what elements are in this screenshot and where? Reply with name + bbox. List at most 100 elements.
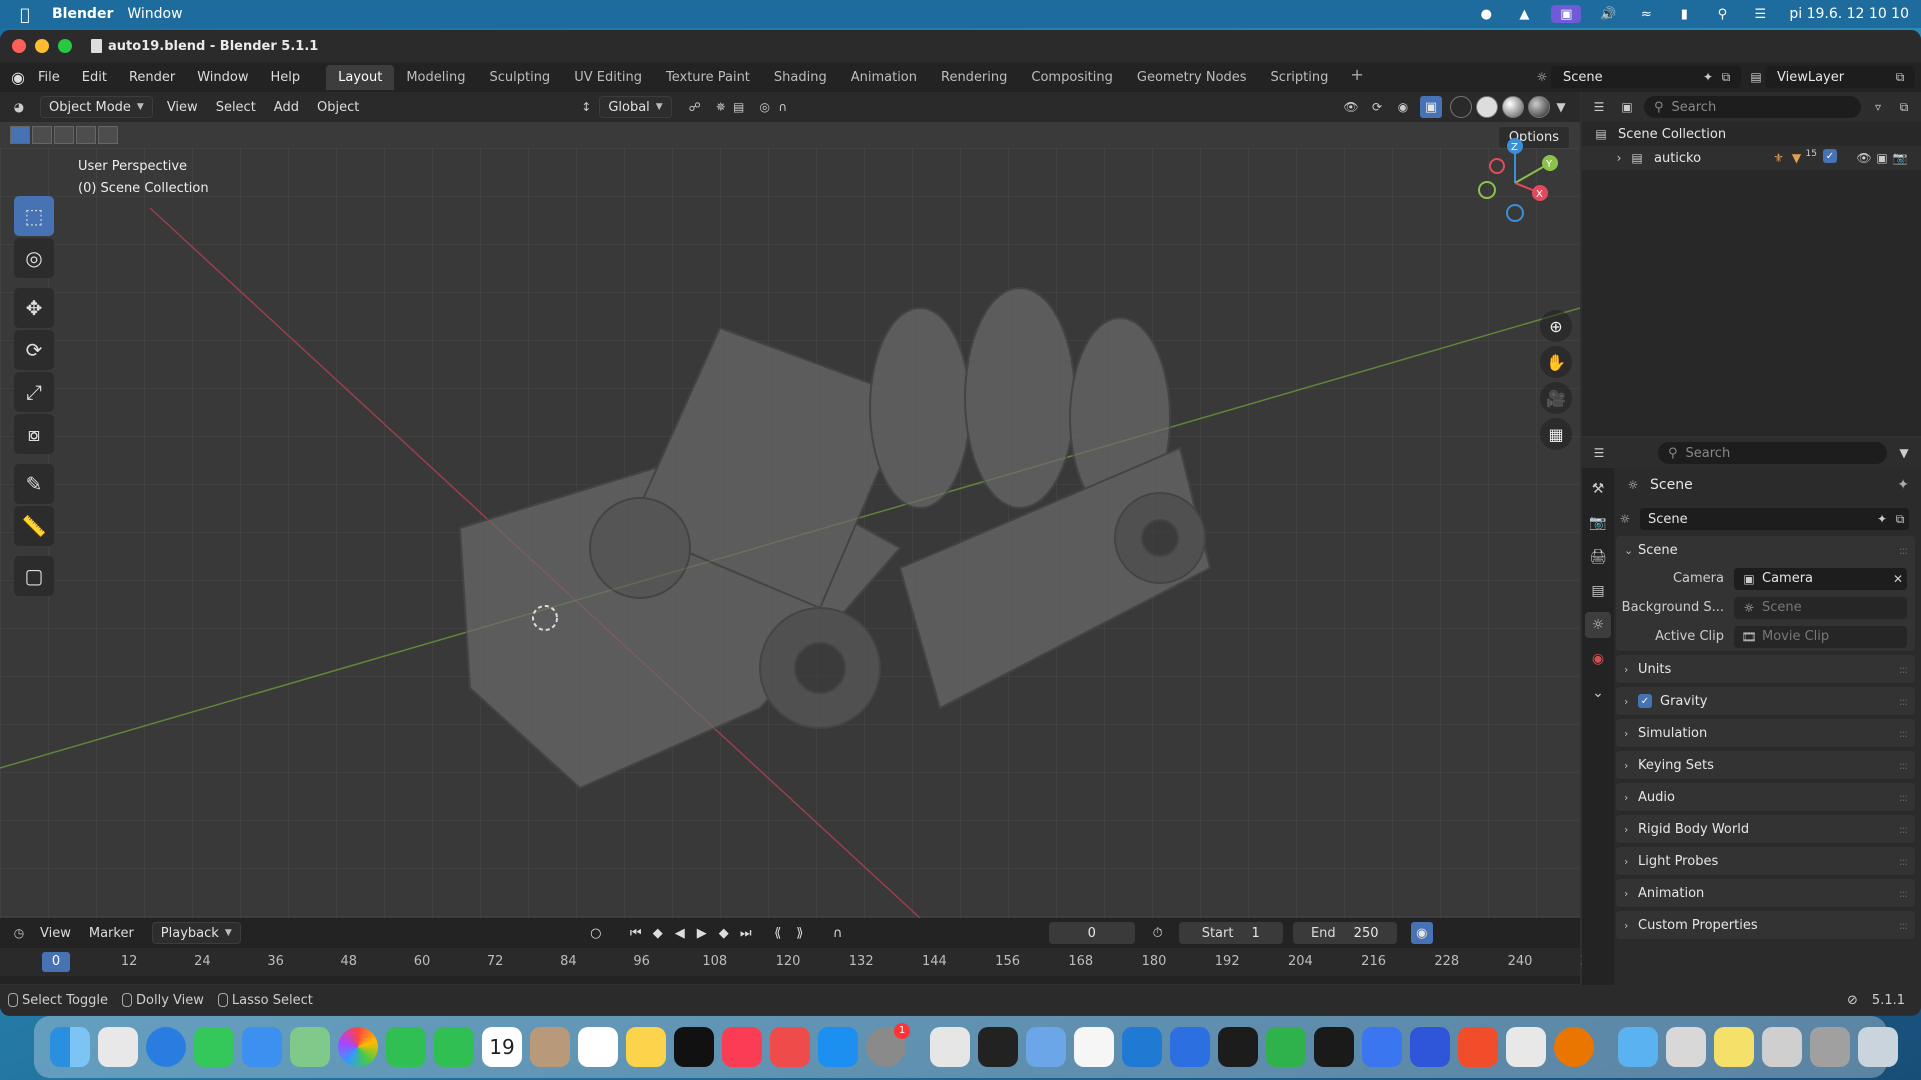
finder-icon[interactable] bbox=[50, 1027, 90, 1067]
tab-view-layer-icon[interactable]: ▤ bbox=[1585, 578, 1611, 604]
annotate-tool[interactable]: ✎ bbox=[14, 464, 54, 504]
outliner-editor-icon[interactable]: ☰ bbox=[1590, 98, 1608, 116]
ghost-icon[interactable] bbox=[1506, 1027, 1546, 1067]
disk-utility-icon[interactable] bbox=[1026, 1027, 1066, 1067]
accessibility-icon[interactable]: ● bbox=[1475, 5, 1497, 23]
playback-dropdown[interactable]: Playback ▼ bbox=[151, 922, 241, 944]
scene-datablock-field[interactable]: Scene ✦ ⧉ bbox=[1640, 508, 1909, 530]
panel-custom-properties[interactable]: › Custom Properties::: bbox=[1616, 911, 1915, 939]
contacts-icon[interactable] bbox=[530, 1027, 570, 1067]
blender-icon[interactable] bbox=[1554, 1027, 1594, 1067]
snap-target-icon[interactable]: ▤ bbox=[730, 98, 748, 116]
jump-start-icon[interactable]: ⏮ bbox=[625, 926, 647, 941]
camera-field[interactable]: ▣ Camera ✕ bbox=[1734, 567, 1907, 590]
active-clip-field[interactable]: 🎞 Movie Clip bbox=[1734, 625, 1907, 648]
frame-start-field[interactable]: Start 1 bbox=[1178, 922, 1283, 944]
tab-geometry-nodes[interactable]: Geometry Nodes bbox=[1125, 65, 1259, 90]
keying-toggle-icon[interactable]: ◉ bbox=[1410, 922, 1433, 944]
tab-render-icon[interactable]: 📷 bbox=[1585, 510, 1611, 536]
numbers-icon[interactable] bbox=[1266, 1027, 1306, 1067]
properties-editor-icon[interactable]: ☰ bbox=[1590, 444, 1608, 462]
system-settings-icon[interactable]: 1 bbox=[866, 1023, 910, 1067]
textedit-icon[interactable] bbox=[1074, 1027, 1114, 1067]
preview-icon[interactable] bbox=[930, 1027, 970, 1067]
mac-menu-window[interactable]: Window bbox=[127, 6, 182, 22]
facetime-icon[interactable] bbox=[386, 1027, 426, 1067]
pin-icon[interactable]: ✦ bbox=[1897, 477, 1909, 493]
menu-file[interactable]: File bbox=[38, 70, 60, 85]
view-layer-icon[interactable]: ▤ bbox=[1747, 68, 1765, 86]
tab-rendering[interactable]: Rendering bbox=[929, 65, 1019, 90]
pan-hand-icon[interactable]: ✋ bbox=[1540, 346, 1572, 378]
zoom-icon[interactable]: ⊕ bbox=[1540, 310, 1572, 342]
camera-view-icon[interactable]: 🎥 bbox=[1540, 382, 1572, 414]
duplicate-view-layer-icon[interactable]: ⧉ bbox=[1891, 68, 1909, 86]
control-center-icon[interactable]: ☰ bbox=[1749, 5, 1771, 23]
tab-output-icon[interactable]: 🖨 bbox=[1585, 544, 1611, 570]
tab-animation[interactable]: Animation bbox=[839, 65, 929, 90]
background-scene-field[interactable]: ☼ Scene bbox=[1734, 596, 1907, 619]
measure-tool[interactable]: 📏 bbox=[14, 506, 54, 546]
filter-icon[interactable]: ▿ bbox=[1869, 98, 1887, 116]
outliner-row-scene-collection[interactable]: ▤ Scene Collection bbox=[1582, 122, 1921, 146]
auto-keying-icon[interactable]: ○ bbox=[585, 926, 607, 941]
viewport-menu-select[interactable]: Select bbox=[216, 100, 256, 115]
launchpad-icon[interactable] bbox=[98, 1027, 138, 1067]
grip-icon[interactable]: ::: bbox=[1899, 759, 1908, 772]
timer-icon[interactable]: ⏱ bbox=[1147, 926, 1169, 941]
viewport-menu-object[interactable]: Object bbox=[317, 100, 359, 115]
move-tool[interactable]: ✥ bbox=[14, 288, 54, 328]
frame-end-field[interactable]: End 250 bbox=[1292, 922, 1397, 944]
panel-light-probes[interactable]: › Light Probes::: bbox=[1616, 847, 1915, 875]
pivot-icon[interactable]: ☍ bbox=[686, 98, 704, 116]
volume-icon[interactable]: 🔊 bbox=[1597, 5, 1619, 23]
scene-selector[interactable]: Scene ✦ ⧉ bbox=[1551, 66, 1741, 88]
tab-modeling[interactable]: Modeling bbox=[394, 65, 477, 90]
properties-search[interactable]: ⚲ Search bbox=[1658, 442, 1887, 464]
exclude-checkbox[interactable]: ✓ bbox=[1823, 149, 1837, 163]
folder-icon[interactable] bbox=[1618, 1027, 1658, 1067]
tab-scene-icon[interactable]: ☼ bbox=[1585, 612, 1611, 638]
wifi-icon[interactable]: ≈ bbox=[1635, 5, 1657, 23]
next-keyframe-icon[interactable]: ◆ bbox=[713, 926, 735, 941]
panel-audio[interactable]: › Audio::: bbox=[1616, 783, 1915, 811]
scene-datablock-icon[interactable]: ☼ bbox=[1616, 510, 1634, 528]
snap-icon[interactable]: ✵ bbox=[712, 98, 730, 116]
viewport-menu-view[interactable]: View bbox=[167, 100, 198, 115]
terminal-icon[interactable] bbox=[978, 1027, 1018, 1067]
grip-icon[interactable]: ::: bbox=[1899, 855, 1908, 868]
stocks-icon[interactable] bbox=[1314, 1027, 1354, 1067]
add-cube-tool[interactable]: ▢ bbox=[14, 556, 54, 596]
menu-window[interactable]: Window bbox=[197, 70, 248, 85]
screenshot-folder-icon[interactable] bbox=[1666, 1027, 1706, 1067]
tab-texture-paint[interactable]: Texture Paint bbox=[654, 65, 762, 90]
duplicate-scene-icon[interactable]: ⧉ bbox=[1717, 68, 1735, 86]
next-frame-icon[interactable]: ⟫ bbox=[789, 926, 811, 941]
tab-sculpting[interactable]: Sculpting bbox=[477, 65, 562, 90]
music-icon[interactable] bbox=[722, 1027, 762, 1067]
grip-icon[interactable]: ::: bbox=[1899, 727, 1908, 740]
grip-icon[interactable]: ::: bbox=[1899, 663, 1908, 676]
tv-icon[interactable] bbox=[674, 1027, 714, 1067]
maps-icon[interactable] bbox=[290, 1027, 330, 1067]
trash-icon[interactable] bbox=[1858, 1027, 1898, 1067]
battery-icon[interactable]: ▮ bbox=[1673, 5, 1695, 23]
brave-icon[interactable] bbox=[1458, 1027, 1498, 1067]
shading-options-icon[interactable]: ▼ bbox=[1552, 98, 1570, 116]
viewport-menu-add[interactable]: Add bbox=[274, 100, 299, 115]
notes-icon[interactable] bbox=[626, 1027, 666, 1067]
photos-icon[interactable] bbox=[338, 1027, 378, 1067]
overlay-toggle-icon[interactable]: ◉ bbox=[1394, 98, 1412, 116]
viewport-canvas[interactable]: User Perspective (0) Scene Collection Z … bbox=[0, 138, 1580, 918]
panel-units[interactable]: › Units::: bbox=[1616, 655, 1915, 683]
cursor-tool[interactable]: ◎ bbox=[14, 238, 54, 278]
proportional-edit-icon[interactable]: ◎ bbox=[756, 98, 774, 116]
xcode-icon[interactable] bbox=[1170, 1027, 1210, 1067]
frame-cursor[interactable]: 0 bbox=[42, 952, 70, 972]
zoom-window-button[interactable] bbox=[58, 39, 72, 53]
spotlight-search-icon[interactable]: ⚲ bbox=[1711, 5, 1733, 23]
blender-logo-icon[interactable]: ◉ bbox=[8, 67, 28, 87]
transform-tool[interactable]: ⧇ bbox=[14, 414, 54, 454]
safari-icon[interactable] bbox=[146, 1027, 186, 1067]
messages-icon[interactable] bbox=[194, 1027, 234, 1067]
